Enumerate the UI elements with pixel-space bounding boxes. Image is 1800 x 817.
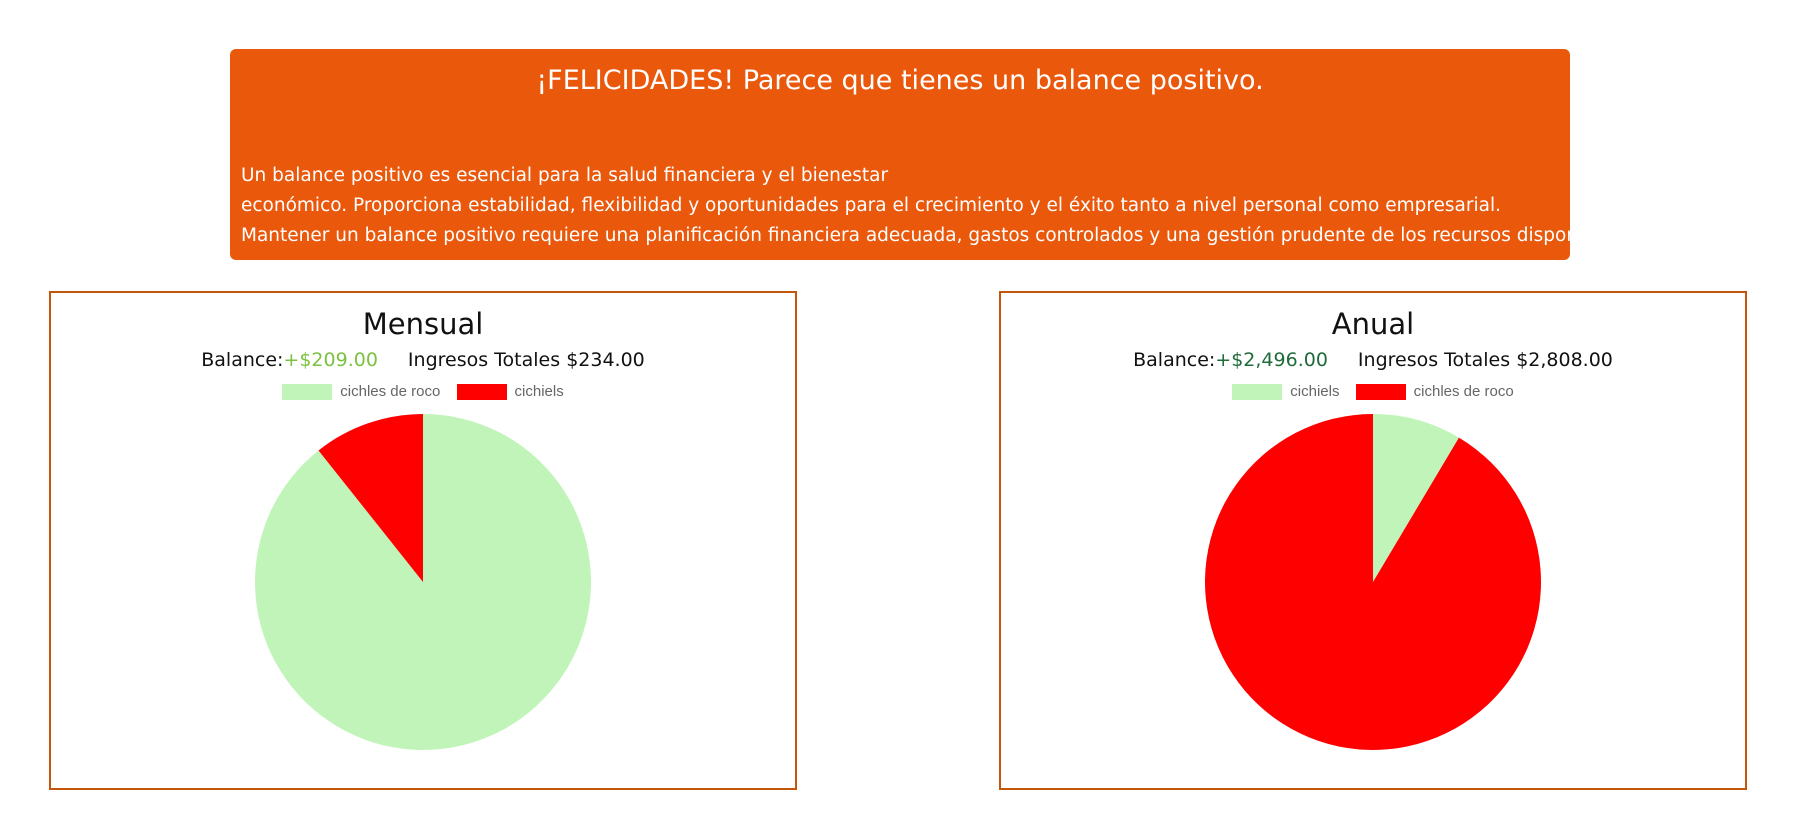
- monthly-chart-card: Mensual Balance:+$209.00 Ingresos Totales…: [49, 291, 797, 790]
- banner-body: Un balance positivo es esencial para la …: [241, 161, 1628, 251]
- pie-slice-cichles-de-roco[interactable]: [1205, 414, 1541, 750]
- banner-line: económico. Proporciona estabilidad, flex…: [241, 195, 1501, 216]
- annual-chart-card: Anual Balance:+$2,496.00 Ingresos Totales…: [999, 291, 1747, 790]
- banner-title: ¡FELICIDADES! Parece que tienes un balan…: [536, 65, 1264, 96]
- banner-line: Un balance positivo es esencial para la …: [241, 165, 889, 186]
- positive-balance-banner: ¡FELICIDADES! Parece que tienes un balan…: [230, 49, 1628, 260]
- banner-line: Mantener un balance positivo requiere un…: [241, 225, 1628, 246]
- monthly-pie-chart: [255, 414, 591, 750]
- annual-pie-chart: [1205, 414, 1541, 750]
